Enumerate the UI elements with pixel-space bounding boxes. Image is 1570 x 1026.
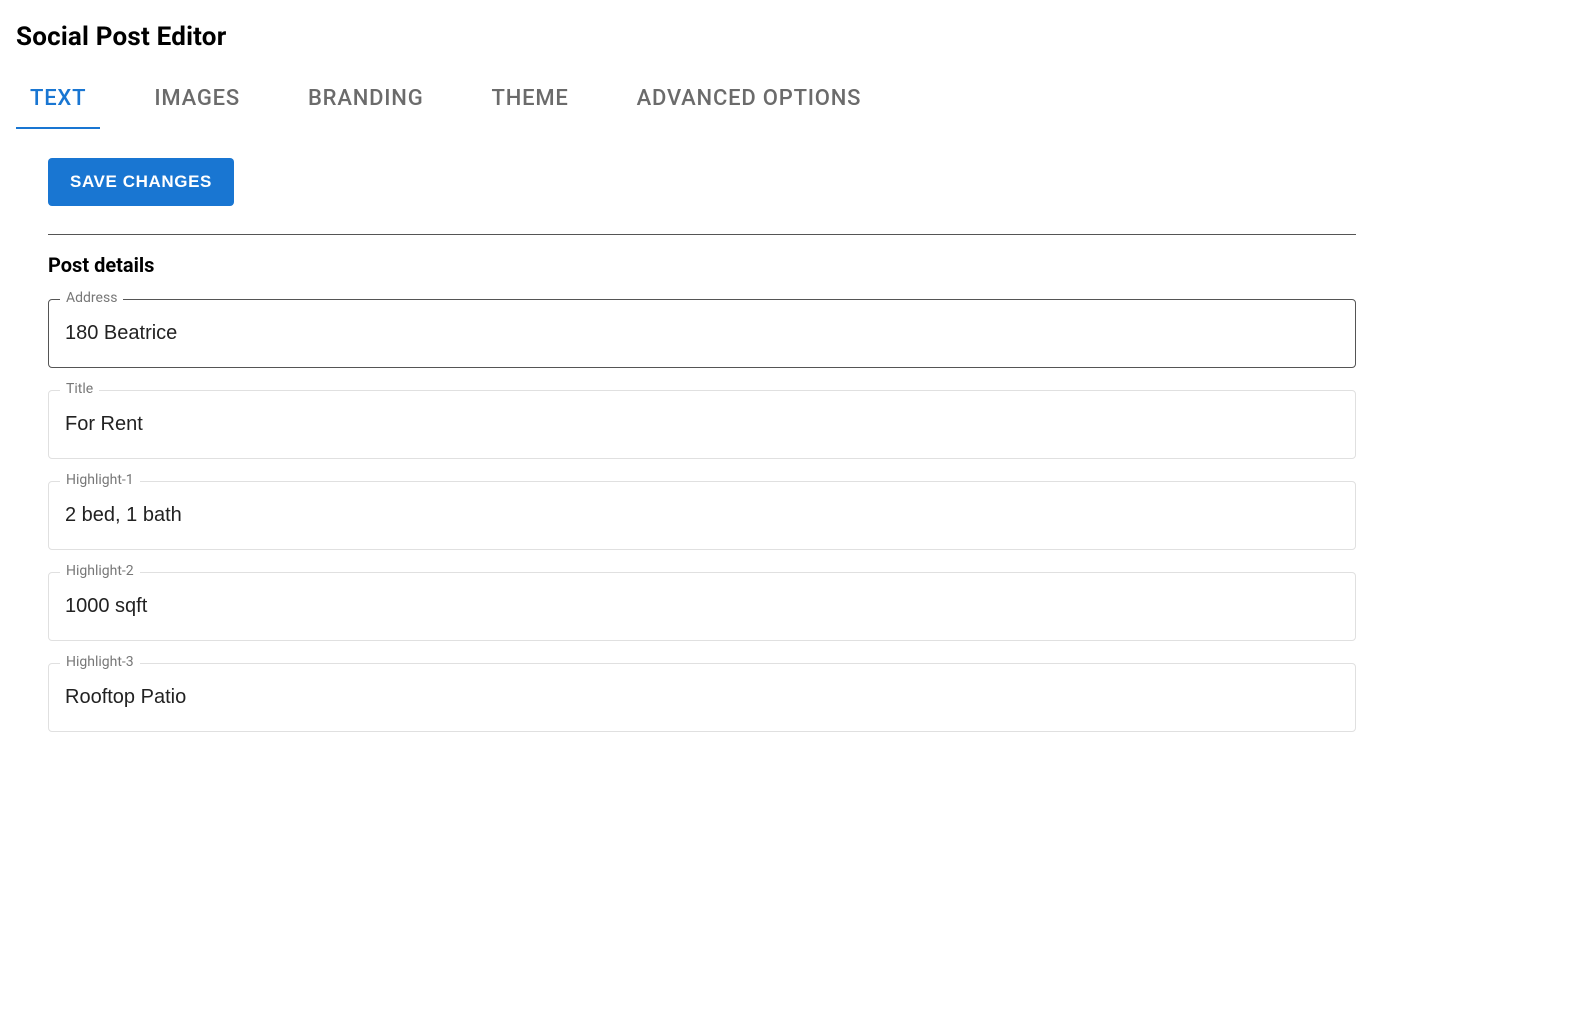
highlight-2-input[interactable] xyxy=(48,572,1356,641)
field-label-highlight-1: Highlight-1 xyxy=(60,472,140,488)
tab-images[interactable]: IMAGES xyxy=(140,76,254,129)
tab-theme[interactable]: THEME xyxy=(478,76,583,129)
page-title: Social Post Editor xyxy=(16,22,1554,52)
save-button[interactable]: SAVE CHANGES xyxy=(48,158,234,206)
field-address: Address xyxy=(48,299,1356,368)
title-input[interactable] xyxy=(48,390,1356,459)
tab-content: SAVE CHANGES Post details Address Title … xyxy=(16,158,1356,732)
field-label-highlight-3: Highlight-3 xyxy=(60,654,140,670)
highlight-3-input[interactable] xyxy=(48,663,1356,732)
tab-text[interactable]: TEXT xyxy=(16,76,100,129)
field-highlight-3: Highlight-3 xyxy=(48,663,1356,732)
field-label-title: Title xyxy=(60,381,99,397)
divider xyxy=(48,234,1356,235)
field-highlight-1: Highlight-1 xyxy=(48,481,1356,550)
field-label-address: Address xyxy=(60,290,123,306)
field-highlight-2: Highlight-2 xyxy=(48,572,1356,641)
address-input[interactable] xyxy=(48,299,1356,368)
tab-branding[interactable]: BRANDING xyxy=(294,76,438,129)
section-title-post-details: Post details xyxy=(48,253,1356,277)
field-title: Title xyxy=(48,390,1356,459)
highlight-1-input[interactable] xyxy=(48,481,1356,550)
field-label-highlight-2: Highlight-2 xyxy=(60,563,140,579)
tab-advanced-options[interactable]: ADVANCED OPTIONS xyxy=(623,76,876,129)
tabs-bar: TEXT IMAGES BRANDING THEME ADVANCED OPTI… xyxy=(16,76,1554,130)
